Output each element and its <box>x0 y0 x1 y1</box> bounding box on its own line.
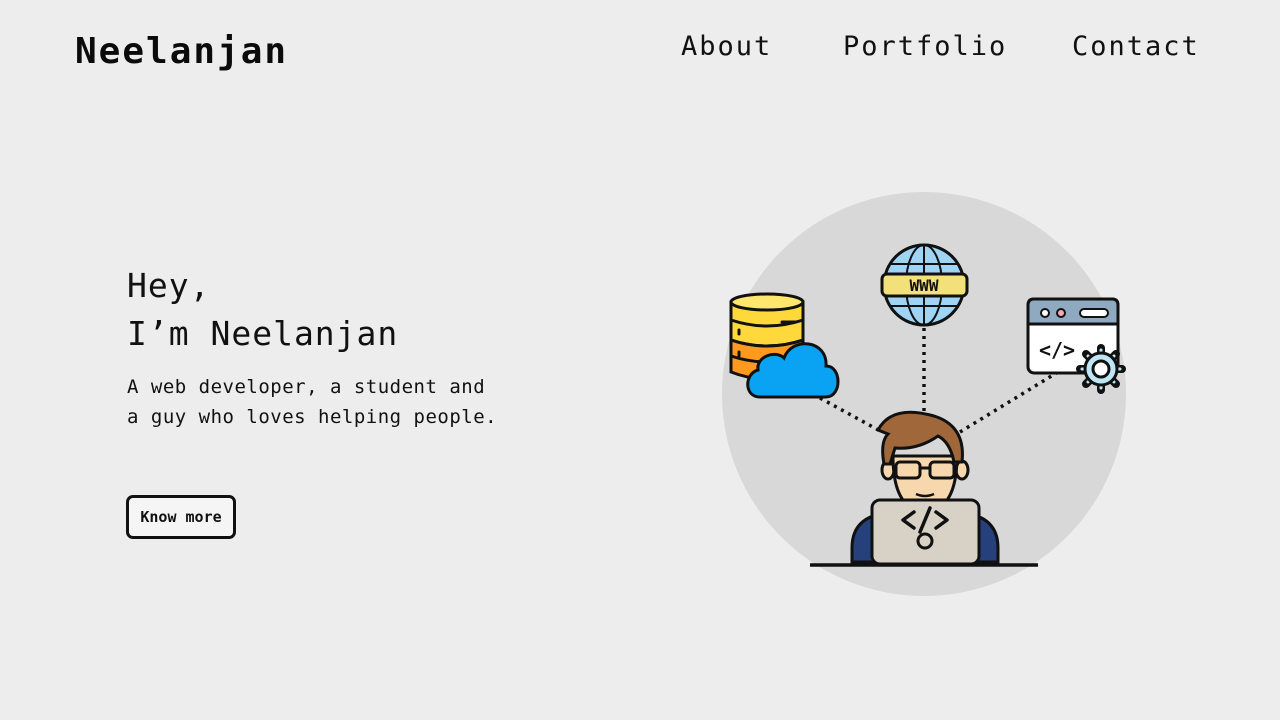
nav-link-about[interactable]: About <box>681 30 772 64</box>
code-window-symbol: </> <box>1039 338 1075 362</box>
know-more-button[interactable]: Know more <box>126 495 236 539</box>
gear-icon <box>1076 344 1126 394</box>
greeting-line-1: Hey, <box>127 266 211 305</box>
greeting-line-2: I’m Neelanjan <box>127 314 399 353</box>
globe-www-label: WWW <box>910 276 939 295</box>
main-nav: About Portfolio Contact <box>0 30 1280 70</box>
hero-intro: Hey, I’m Neelanjan A web developer, a st… <box>127 262 507 432</box>
globe-icon: WWW <box>880 243 969 327</box>
laptop-icon <box>870 498 981 566</box>
hero-illustration: WWW </> <box>700 180 1140 610</box>
page: Neelanjan About Portfolio Contact Hey, I… <box>0 0 1280 720</box>
nav-link-portfolio[interactable]: Portfolio <box>843 30 1007 64</box>
illustration-svg: WWW </> <box>722 192 1126 596</box>
nav-link-contact[interactable]: Contact <box>1072 30 1200 64</box>
hero-tagline: A web developer, a student and a guy who… <box>127 376 498 428</box>
hero-greeting: Hey, I’m Neelanjan <box>127 262 507 358</box>
